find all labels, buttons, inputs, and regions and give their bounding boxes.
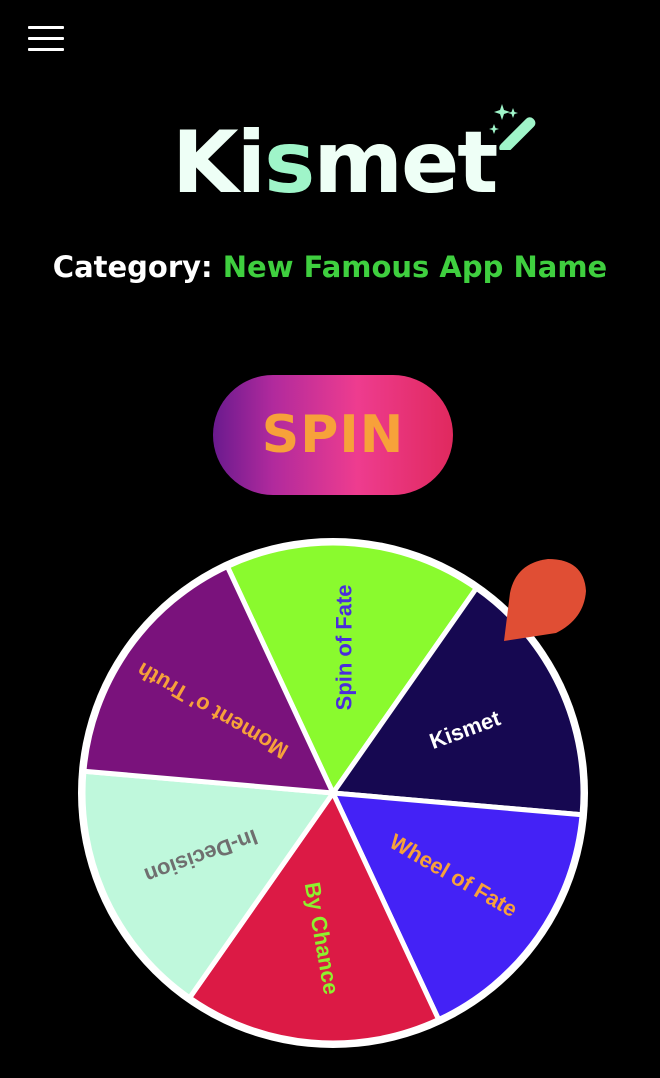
wheel-pointer: [504, 559, 586, 641]
logo-text-part: met: [313, 113, 498, 213]
magic-wand-icon: [489, 104, 536, 150]
logo-text: Kismet: [172, 118, 498, 208]
category-value: New Famous App Name: [222, 250, 608, 284]
hamburger-menu-icon-bar: [28, 37, 64, 40]
wheel-segment-label: Spin of Fate: [332, 584, 357, 710]
category-line: Category: New Famous App Name: [0, 250, 660, 284]
menu-button[interactable]: [28, 26, 64, 52]
category-label: Category:: [52, 250, 213, 284]
hamburger-menu-icon-bar: [28, 48, 64, 51]
logo-text-part: Ki: [172, 113, 266, 213]
spin-button-label: SPIN: [261, 405, 405, 465]
hamburger-menu-icon: [28, 26, 64, 29]
app-logo: Kismet: [0, 104, 660, 214]
spin-button[interactable]: SPIN: [213, 375, 453, 495]
logo-text-accent: s: [264, 113, 315, 213]
